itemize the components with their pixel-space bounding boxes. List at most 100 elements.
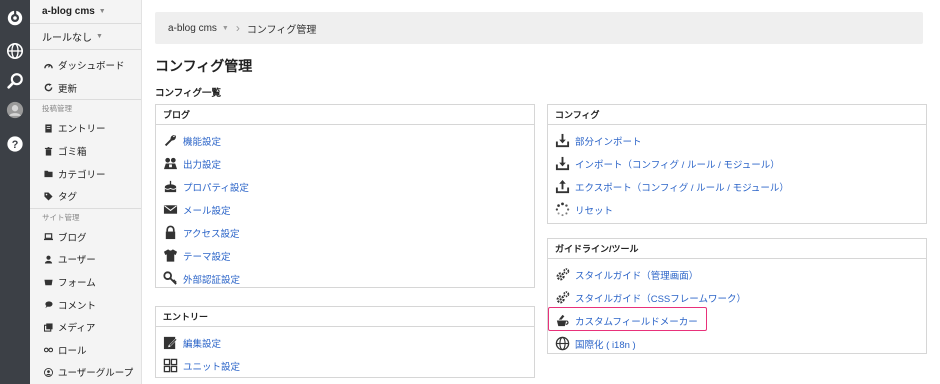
sidebar-item-label: エントリー — [58, 124, 106, 136]
site-select-label: a-blog cms — [42, 6, 95, 17]
config-link[interactable]: メール設定 — [183, 203, 231, 217]
user-avatar-icon[interactable] — [5, 100, 25, 120]
cake-icon — [162, 179, 178, 195]
sidebar-heading-post: 投稿管理 — [30, 99, 141, 117]
breadcrumb: a-blog cms ▼ › コンフィグ管理 — [155, 12, 923, 44]
config-item-i18n: 国際化 ( i18n ) — [548, 332, 926, 355]
panel-title: ブログ — [156, 105, 534, 125]
panel-blog: ブログ 機能設定 出力設定 プロパティ設定 メール設定 アクセス設定 テーマ設定… — [155, 104, 535, 288]
config-link[interactable]: テーマ設定 — [183, 249, 231, 263]
config-item-export: エクスポート（コンフィグ / ルール / モジュール） — [548, 175, 926, 198]
sidebar-item-entry[interactable]: エントリー — [30, 117, 141, 140]
import-icon — [554, 133, 570, 149]
config-link[interactable]: 外部認証設定 — [183, 272, 240, 286]
config-item-mail: メール設定 — [156, 198, 534, 221]
panel-entry: エントリー 編集設定 ユニット設定 — [155, 306, 535, 378]
config-link[interactable]: 国際化 ( i18n ) — [575, 337, 636, 351]
config-link[interactable]: 部分インポート — [575, 134, 642, 148]
role-icon — [44, 345, 58, 354]
comment-icon — [44, 300, 58, 309]
sidebar-heading-site: サイト管理 — [30, 207, 141, 226]
chevron-down-icon: ▼ — [96, 33, 103, 40]
sidebar-item-comment[interactable]: コメント — [30, 293, 141, 316]
config-item-edit: 編集設定 — [156, 331, 534, 354]
sidebar-item-blog[interactable]: ブログ — [30, 226, 141, 249]
sidebar-item-category[interactable]: カテゴリー — [30, 162, 141, 185]
config-link[interactable]: インポート（コンフィグ / ルール / モジュール） — [575, 157, 780, 171]
trash-icon — [44, 146, 58, 156]
sidebar-item-refresh[interactable]: 更新 — [30, 77, 141, 100]
sidebar-item-dashboard[interactable]: ダッシュボード — [30, 54, 141, 77]
config-item-style-guide-css: スタイルガイド（CSSフレームワーク） — [548, 286, 926, 309]
tag-icon — [44, 192, 58, 201]
config-link[interactable]: スタイルガイド（CSSフレームワーク） — [575, 291, 746, 305]
shirt-icon — [162, 248, 178, 264]
svg-text:?: ? — [12, 139, 19, 151]
sidebar-item-label: タグ — [58, 192, 78, 204]
wrench-icon — [162, 133, 178, 149]
globe-icon[interactable] — [5, 41, 25, 61]
sidebar-item-label: コメント — [58, 300, 97, 312]
config-link[interactable]: スタイルガイド（管理画面） — [575, 268, 698, 282]
breadcrumb-root[interactable]: a-blog cms — [168, 23, 217, 34]
laptop-icon — [44, 232, 58, 241]
sidebar-item-media[interactable]: メディア — [30, 316, 141, 339]
site-select[interactable]: a-blog cms ▼ — [30, 0, 141, 24]
config-link[interactable]: 機能設定 — [183, 134, 221, 148]
search-icon[interactable] — [5, 71, 25, 91]
gears-icon — [554, 267, 570, 283]
sidebar-item-label: メディア — [58, 323, 96, 335]
config-link[interactable]: 出力設定 — [183, 157, 221, 171]
config-link[interactable]: アクセス設定 — [183, 226, 240, 240]
config-item-partial-import: 部分インポート — [548, 129, 926, 152]
unit-grid-icon — [162, 358, 178, 374]
sidebar-item-label: 更新 — [58, 83, 78, 95]
media-icon — [44, 323, 58, 332]
group-icon — [44, 367, 58, 377]
dashboard-icon — [44, 61, 58, 70]
sidebar-item-label: ダッシュボード — [58, 61, 125, 73]
sidebar-item-user-group[interactable]: ユーザーグループ — [30, 361, 141, 384]
config-item-access: アクセス設定 — [156, 221, 534, 244]
section-title: コンフィグ一覧 — [155, 88, 222, 99]
globe-icon — [554, 336, 570, 352]
panel-title: ガイドライン/ツール — [548, 239, 926, 259]
lock-icon — [162, 225, 178, 241]
config-item-theme: テーマ設定 — [156, 244, 534, 267]
import-icon — [554, 156, 570, 172]
sidebar-item-user[interactable]: ユーザー — [30, 248, 141, 271]
config-item-output: 出力設定 — [156, 152, 534, 175]
config-item-external-auth: 外部認証設定 — [156, 267, 534, 290]
panel-config: コンフィグ 部分インポート インポート（コンフィグ / ルール / モジュール）… — [547, 104, 927, 224]
sidebar-item-role[interactable]: ロール — [30, 339, 141, 362]
highlight-box — [548, 307, 707, 331]
chevron-down-icon[interactable]: ▼ — [222, 25, 229, 32]
output-icon — [162, 156, 178, 172]
config-item-style-guide-admin: スタイルガイド（管理画面） — [548, 263, 926, 286]
config-link[interactable]: 編集設定 — [183, 336, 221, 350]
edit-icon — [162, 335, 178, 351]
rule-select[interactable]: ルールなし ▼ — [30, 24, 141, 50]
sidebar-item-label: カテゴリー — [58, 169, 106, 181]
sidebar-item-label: ユーザーグループ — [58, 368, 134, 380]
config-link[interactable]: ユニット設定 — [183, 359, 240, 373]
help-icon[interactable]: ? — [5, 134, 25, 154]
refresh-icon — [44, 83, 58, 92]
acms-logo-icon[interactable] — [5, 8, 25, 28]
config-link[interactable]: エクスポート（コンフィグ / ルール / モジュール） — [575, 180, 789, 194]
export-icon — [554, 179, 570, 195]
main-content: a-blog cms ▼ › コンフィグ管理 コンフィグ管理 コンフィグ一覧 ブ… — [142, 0, 940, 384]
config-link[interactable]: プロパティ設定 — [183, 180, 249, 194]
sidebar-item-trash[interactable]: ゴミ箱 — [30, 140, 141, 163]
sidebar-item-label: ブログ — [58, 232, 87, 244]
user-icon — [44, 255, 58, 264]
spinner-icon — [554, 202, 570, 218]
panel-guideline-tools: ガイドライン/ツール スタイルガイド（管理画面） スタイルガイド（CSSフレーム… — [547, 238, 927, 354]
config-link[interactable]: リセット — [575, 203, 613, 217]
sidebar-item-tag[interactable]: タグ — [30, 185, 141, 208]
config-item-property: プロパティ設定 — [156, 175, 534, 198]
sidebar-item-form[interactable]: フォーム — [30, 271, 141, 294]
sidebar-item-label: ユーザー — [58, 255, 96, 267]
key-icon — [162, 271, 178, 287]
sidebar-item-label: フォーム — [58, 278, 96, 290]
